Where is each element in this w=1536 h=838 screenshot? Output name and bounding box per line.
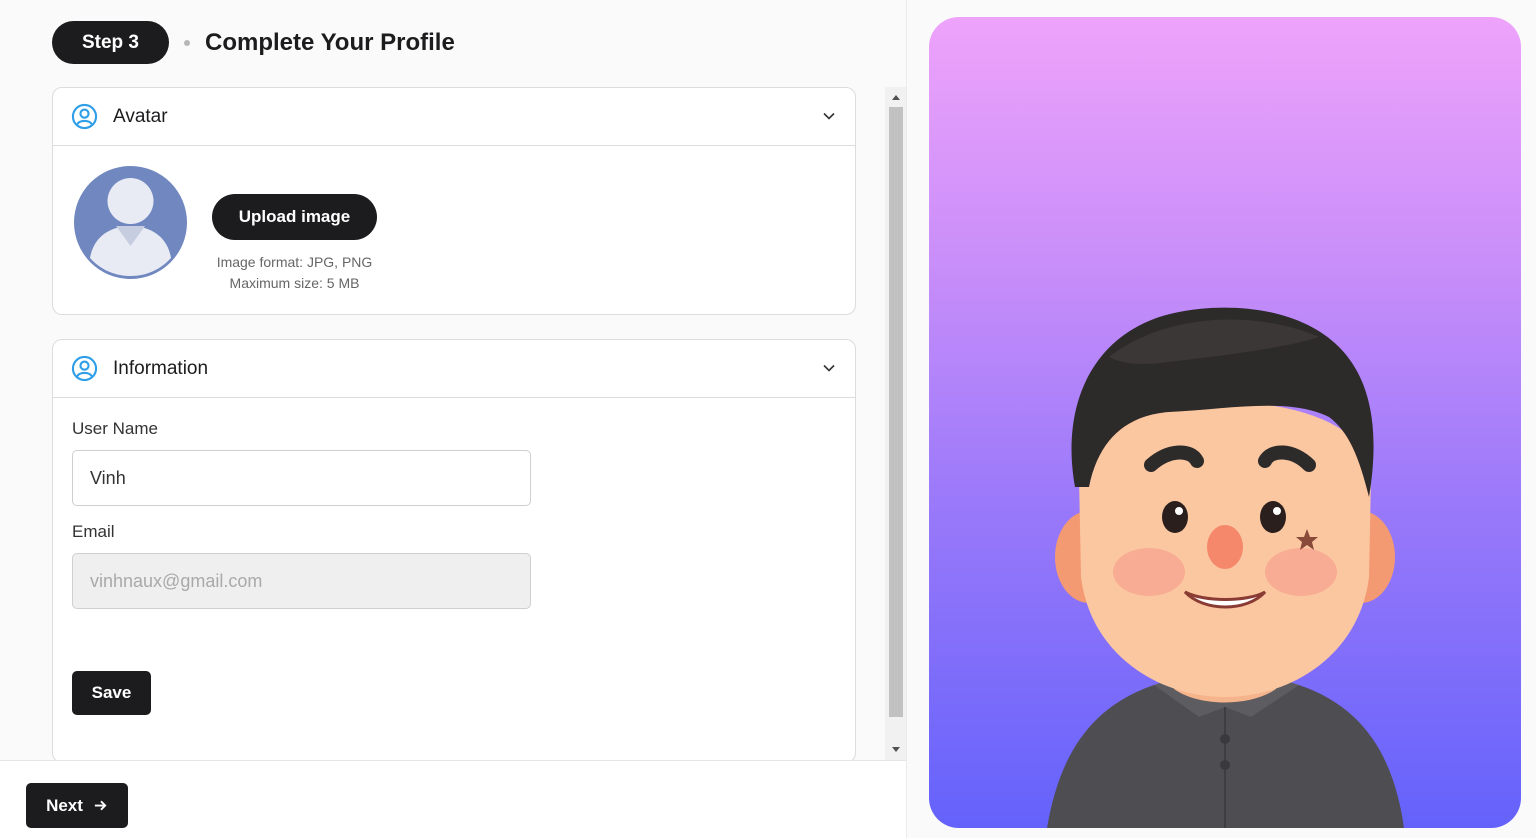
chevron-down-icon[interactable] xyxy=(821,360,837,376)
scroll-up-arrow[interactable] xyxy=(892,95,900,100)
information-section-title: Information xyxy=(113,357,209,379)
email-input xyxy=(72,553,531,609)
information-card-header[interactable]: Information xyxy=(53,340,855,398)
user-circle-icon xyxy=(71,355,98,382)
information-card-body: User Name Email Save xyxy=(53,398,855,760)
panel-divider xyxy=(906,0,907,838)
footer-bar: Next xyxy=(0,760,906,838)
vertical-scrollbar[interactable] xyxy=(885,87,907,760)
format-hint: Image format: JPG, PNG xyxy=(216,254,373,270)
avatar-card-header[interactable]: Avatar xyxy=(53,88,855,146)
character-avatar-illustration xyxy=(1047,307,1404,828)
avatar-section-title: Avatar xyxy=(113,105,168,127)
hero-illustration xyxy=(929,17,1521,828)
page-title: Complete Your Profile xyxy=(205,28,455,56)
save-button[interactable]: Save xyxy=(72,671,151,715)
avatar-placeholder xyxy=(74,166,187,279)
next-label: Next xyxy=(46,795,83,815)
chevron-down-icon[interactable] xyxy=(821,108,837,124)
username-input[interactable] xyxy=(72,450,531,506)
upload-image-button[interactable]: Upload image xyxy=(212,194,377,240)
avatar-card: Avatar Upload image Image format: JPG, P… xyxy=(52,87,856,315)
arrow-right-icon xyxy=(94,800,107,811)
separator-dot xyxy=(184,39,190,46)
form-scroll-area[interactable]: Avatar Upload image Image format: JPG, P… xyxy=(52,87,858,760)
page-header: Step 3 Complete Your Profile xyxy=(52,21,455,64)
size-hint: Maximum size: 5 MB xyxy=(229,275,360,291)
email-label: Email xyxy=(72,522,115,541)
next-button[interactable]: Next xyxy=(26,783,128,828)
avatar-card-body: Upload image Image format: JPG, PNG Maxi… xyxy=(53,146,855,314)
scroll-down-arrow[interactable] xyxy=(892,747,900,752)
scroll-thumb[interactable] xyxy=(889,107,903,717)
username-label: User Name xyxy=(72,419,158,438)
step-badge: Step 3 xyxy=(52,21,169,64)
information-card: Information User Name Email Save xyxy=(52,339,856,760)
profile-panel: Step 3 Complete Your Profile Avatar Uplo… xyxy=(0,0,907,838)
user-circle-icon xyxy=(71,103,98,130)
